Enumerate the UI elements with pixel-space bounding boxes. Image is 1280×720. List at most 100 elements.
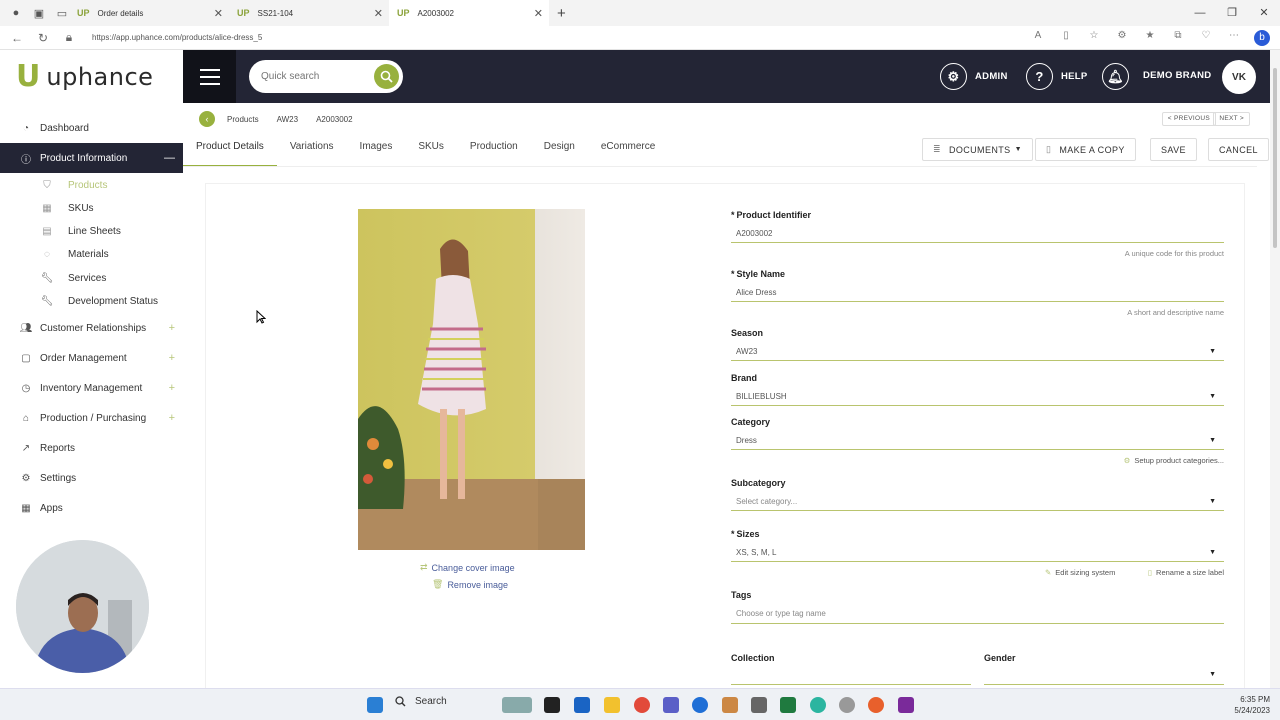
- collapse-icon[interactable]: —: [164, 152, 175, 164]
- excel-icon[interactable]: [780, 697, 796, 713]
- taskbar-search[interactable]: Search: [395, 696, 447, 707]
- edit-sizing-system-link[interactable]: ✎ Edit sizing system: [1045, 568, 1115, 577]
- avatar[interactable]: VK: [1222, 60, 1256, 94]
- calculator-icon[interactable]: [751, 697, 767, 713]
- remove-image-link[interactable]: 🗑︎ Remove image: [432, 579, 508, 590]
- browser-essentials-icon[interactable]: ♡: [1198, 30, 1214, 46]
- tab-skus[interactable]: SKUs: [405, 139, 457, 167]
- workspaces-icon[interactable]: ▣: [32, 6, 46, 20]
- sidebar-subitem-services[interactable]: 🔧︎ Services: [0, 267, 183, 290]
- change-cover-image-link[interactable]: ⇄ Change cover image: [420, 562, 515, 573]
- widgets-icon[interactable]: [502, 697, 532, 713]
- sidebar-item-inventory-management[interactable]: ◷ Inventory Management +: [0, 373, 183, 403]
- more-menu-icon[interactable]: ⋯: [1226, 30, 1242, 46]
- previous-button[interactable]: < PREVIOUS: [1161, 112, 1216, 126]
- file-explorer-icon[interactable]: [604, 697, 620, 713]
- hamburger-menu-icon[interactable]: [183, 50, 236, 103]
- make-copy-button[interactable]: ▯ MAKE A COPY: [1035, 138, 1136, 161]
- sidebar-item-dashboard[interactable]: ◔ Dashboard: [0, 113, 183, 143]
- breadcrumb-products[interactable]: Products: [227, 115, 259, 124]
- browser-tab-ss21[interactable]: UP SS21-104 ✕: [229, 0, 389, 26]
- tab-design[interactable]: Design: [531, 139, 588, 167]
- search-icon[interactable]: [374, 64, 399, 89]
- sidebar-item-customer-relationships[interactable]: 👥︎ Customer Relationships +: [0, 313, 183, 343]
- expand-icon[interactable]: +: [169, 412, 175, 424]
- url-input[interactable]: https://app.uphance.com/products/alice-d…: [92, 33, 262, 42]
- sizes-select[interactable]: XS, S, M, L ▼: [731, 544, 1224, 562]
- tab-ecommerce[interactable]: eCommerce: [588, 139, 668, 167]
- app-logo[interactable]: U uphance: [0, 50, 183, 103]
- refresh-icon[interactable]: ↻: [34, 31, 52, 45]
- category-select[interactable]: Dress ▼: [731, 432, 1224, 450]
- rename-size-label-link[interactable]: ▯ Rename a size label: [1148, 568, 1224, 577]
- documents-button[interactable]: ≣ DOCUMENTS ▼: [922, 138, 1033, 161]
- firefox-icon[interactable]: [868, 697, 884, 713]
- read-aloud-icon[interactable]: A: [1030, 30, 1046, 46]
- expand-icon[interactable]: +: [169, 352, 175, 364]
- settings-app-icon[interactable]: [839, 697, 855, 713]
- zoom-icon[interactable]: [692, 697, 708, 713]
- lock-icon[interactable]: 🔒︎: [60, 30, 78, 45]
- windows-start-icon[interactable]: [367, 697, 383, 713]
- admin-button[interactable]: ⚙ ADMIN: [940, 63, 1008, 90]
- sidebar-item-product-information[interactable]: ⓘ Product Information —: [0, 143, 183, 173]
- save-button[interactable]: SAVE: [1150, 138, 1197, 161]
- favorite-star-icon[interactable]: ☆: [1086, 30, 1102, 46]
- close-tab-icon[interactable]: ✕: [534, 7, 543, 20]
- bing-icon[interactable]: b: [1254, 30, 1270, 46]
- sidebar-item-production-purchasing[interactable]: ⌂ Production / Purchasing +: [0, 403, 183, 433]
- reader-icon[interactable]: ▯: [1058, 30, 1074, 46]
- new-tab-icon[interactable]: +: [557, 5, 566, 22]
- tab-variations[interactable]: Variations: [277, 139, 347, 167]
- sidebar-subitem-development-status[interactable]: 🔧︎ Development Status: [0, 290, 183, 313]
- sidebar-subitem-products[interactable]: ⛉ Products: [0, 174, 183, 197]
- favorites-icon[interactable]: ★: [1142, 30, 1158, 46]
- brand-select[interactable]: BILLIEBLUSH ▼: [731, 388, 1224, 406]
- sidebar-item-settings[interactable]: ⚙ Settings: [0, 463, 183, 493]
- gender-select[interactable]: ▼: [984, 669, 1224, 685]
- snipping-tool-icon[interactable]: [722, 697, 738, 713]
- page-scrollbar[interactable]: [1270, 50, 1280, 688]
- tags-input[interactable]: Choose or type tag name: [731, 605, 1224, 624]
- cancel-button[interactable]: CANCEL: [1208, 138, 1269, 161]
- edge-icon[interactable]: [810, 697, 826, 713]
- close-window-icon[interactable]: ✕: [1248, 0, 1280, 26]
- terminal-icon[interactable]: [544, 697, 560, 713]
- expand-icon[interactable]: +: [169, 382, 175, 394]
- product-identifier-field[interactable]: A2003002: [731, 225, 1224, 243]
- breadcrumb-season[interactable]: AW23: [277, 115, 299, 124]
- close-tab-icon[interactable]: ✕: [374, 7, 383, 20]
- notifications-button[interactable]: 🔔︎: [1102, 63, 1137, 90]
- tab-product-details[interactable]: Product Details: [183, 139, 277, 167]
- restore-icon[interactable]: ❐: [1216, 0, 1248, 26]
- browser-tab-a2003002[interactable]: UP A2003002 ✕: [389, 0, 549, 26]
- expand-icon[interactable]: +: [169, 322, 175, 334]
- sidebar-item-reports[interactable]: ↗ Reports: [0, 433, 183, 463]
- sidebar-item-order-management[interactable]: ▢ Order Management +: [0, 343, 183, 373]
- back-icon[interactable]: ←: [8, 31, 26, 45]
- tab-images[interactable]: Images: [347, 139, 406, 167]
- back-arrow-icon[interactable]: ‹: [199, 111, 215, 127]
- next-button[interactable]: NEXT >: [1213, 112, 1250, 126]
- minimize-icon[interactable]: —: [1184, 0, 1216, 26]
- setup-categories-link[interactable]: ⚙ Setup product categories...: [1124, 456, 1224, 465]
- brand-switcher[interactable]: DEMO BRAND: [1143, 70, 1211, 81]
- browser-tab-order-details[interactable]: UP Order details ✕: [69, 0, 229, 26]
- subcategory-select[interactable]: Select category... ▼: [731, 493, 1224, 511]
- tab-actions-icon[interactable]: ▭: [55, 6, 69, 20]
- collection-select[interactable]: [731, 669, 971, 685]
- onenote-icon[interactable]: [898, 697, 914, 713]
- help-button[interactable]: ? HELP: [1026, 63, 1088, 90]
- sidebar-subitem-skus[interactable]: ▦ SKUs: [0, 197, 183, 220]
- season-select[interactable]: AW23 ▼: [731, 343, 1224, 361]
- profile-icon[interactable]: ●: [9, 6, 23, 20]
- tab-production[interactable]: Production: [457, 139, 531, 167]
- collections-icon[interactable]: ⧉: [1170, 30, 1186, 46]
- sidebar-item-apps[interactable]: ▦ Apps: [0, 493, 183, 523]
- sidebar-subitem-materials[interactable]: ◌ Materials: [0, 243, 183, 266]
- system-clock[interactable]: 6:35 PM 5/24/2023: [1234, 694, 1270, 716]
- scrollbar-thumb[interactable]: [1273, 68, 1277, 248]
- close-tab-icon[interactable]: ✕: [214, 7, 223, 20]
- chrome-icon[interactable]: [634, 697, 650, 713]
- style-name-field[interactable]: Alice Dress: [731, 284, 1224, 302]
